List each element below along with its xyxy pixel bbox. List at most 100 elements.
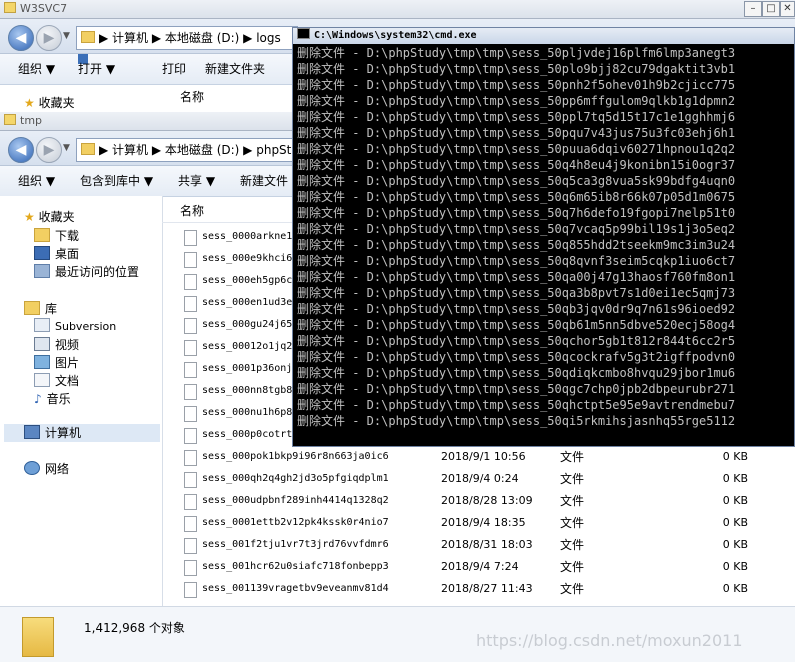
file-row[interactable]: sess_000pok1bkp9i96r8n663ja0ic6 2018/9/1 …	[162, 446, 795, 468]
file-size: 0 KB	[722, 582, 748, 595]
minimize-button[interactable]: –	[744, 1, 762, 17]
print-button[interactable]: 打印	[162, 54, 186, 84]
cmd-window[interactable]: C:\Windows\system32\cmd.exe 删除文件 - D:\ph…	[292, 27, 795, 447]
file-row[interactable]: sess_000udpbnf289inh4414q1328q2 2018/8/28…	[162, 490, 795, 512]
new-folder-button[interactable]: 新建文件	[240, 166, 288, 196]
nav-music[interactable]: ♪ 音乐	[34, 390, 71, 407]
back-address-field[interactable]: ▶ 计算机 ▶ 本地磁盘 (D:) ▶ logs	[76, 26, 298, 50]
file-name: sess_00012o1jq2	[202, 341, 293, 352]
file-icon	[184, 384, 197, 400]
file-type: 文件	[560, 472, 585, 486]
file-name: sess_000eh5gp6c	[202, 275, 293, 286]
item-count: 1,412,968 个对象	[84, 621, 185, 635]
console-icon	[297, 28, 310, 39]
cmd-titlebar[interactable]: C:\Windows\system32\cmd.exe	[293, 28, 794, 44]
cmd-output: 删除文件 - D:\phpStudy\tmp\tmp\sess_50pljvde…	[297, 45, 735, 429]
file-size: 0 KB	[722, 450, 748, 463]
documents-icon	[34, 373, 50, 387]
organize-button[interactable]: 组织 ▼	[18, 54, 55, 84]
new-folder-button[interactable]: 新建文件夹	[205, 54, 265, 84]
front-address-field[interactable]: ▶ 计算机 ▶ 本地磁盘 (D:) ▶ phpSt	[76, 138, 298, 162]
cmd-line: 删除文件 - D:\phpStudy\tmp\tmp\sess_50pnh2f5…	[297, 78, 736, 92]
cmd-line: 删除文件 - D:\phpStudy\tmp\tmp\sess_50ppl7tq…	[297, 110, 736, 124]
music-icon: ♪	[34, 392, 42, 406]
cmd-line: 删除文件 - D:\phpStudy\tmp\tmp\sess_50q8qvnf…	[297, 254, 736, 268]
forward-button[interactable]: ▶	[36, 137, 62, 163]
file-row[interactable]: sess_001139vragetbv9eveanmv81d4 2018/8/27…	[162, 578, 795, 600]
cmd-line: 删除文件 - D:\phpStudy\tmp\tmp\sess_50qcockr…	[297, 350, 736, 364]
file-icon	[184, 230, 197, 246]
status-bar: 1,412,968 个对象 https://blog.csdn.net/moxu…	[0, 606, 795, 662]
file-row[interactable]: sess_0001ettb2v12pk4kssk0r4nio7 2018/9/4 …	[162, 512, 795, 534]
file-name: sess_0000arkne1	[202, 231, 293, 242]
cmd-line: 删除文件 - D:\phpStudy\tmp\tmp\sess_50qhctpt…	[297, 398, 736, 412]
cmd-line: 删除文件 - D:\phpStudy\tmp\tmp\sess_50pqu7v4…	[297, 126, 736, 140]
file-row[interactable]: sess_000qh2q4gh2jd3o5pfgiqdplm1 2018/9/4 …	[162, 468, 795, 490]
include-in-library-button[interactable]: 包含到库中 ▼	[80, 166, 153, 196]
navigation-pane: ★ 收藏夹 下载 桌面 最近访问的位置 库 Subversion 视频 图片 文…	[0, 196, 163, 606]
file-icon	[184, 428, 197, 444]
file-name: sess_000p0cotrt	[202, 429, 293, 440]
large-folder-icon	[22, 617, 54, 657]
nav-downloads[interactable]: 下载	[34, 227, 79, 244]
back-button[interactable]: ◀	[8, 25, 34, 51]
back-window-titlebar[interactable]: W3SVC7 – □ ✕	[0, 0, 795, 19]
nav-computer[interactable]: 计算机	[4, 424, 160, 442]
file-size: 0 KB	[722, 560, 748, 573]
column-header-name[interactable]: 名称	[162, 200, 292, 223]
nav-favorites[interactable]: ★ 收藏夹	[24, 208, 75, 225]
cmd-line: 删除文件 - D:\phpStudy\tmp\tmp\sess_50qb61m5…	[297, 318, 736, 332]
file-size: 0 KB	[722, 494, 748, 507]
file-name: sess_001hcr62u0siafc718fonbepp3	[202, 561, 389, 572]
star-icon: ★	[24, 210, 35, 224]
back-nav-favorites[interactable]: ★ 收藏夹	[24, 94, 75, 111]
pictures-icon	[34, 355, 50, 369]
back-column-header-name[interactable]: 名称	[180, 88, 204, 105]
forward-button[interactable]: ▶	[36, 25, 62, 51]
nav-documents[interactable]: 文档	[34, 372, 79, 389]
file-icon	[184, 318, 197, 334]
nav-subversion[interactable]: Subversion	[34, 318, 116, 333]
file-icon	[184, 538, 197, 554]
file-icon	[184, 362, 197, 378]
history-dropdown-icon[interactable]: ▼	[63, 143, 70, 153]
cmd-line: 删除文件 - D:\phpStudy\tmp\tmp\sess_50q855hd…	[297, 238, 736, 252]
file-name: sess_0001p36onj	[202, 363, 293, 374]
file-date: 2018/9/4 18:35	[441, 516, 526, 529]
file-date: 2018/8/31 18:03	[441, 538, 533, 551]
nav-recent[interactable]: 最近访问的位置	[34, 263, 139, 280]
cmd-line: 删除文件 - D:\phpStudy\tmp\tmp\sess_50q6m65i…	[297, 190, 736, 204]
share-button[interactable]: 共享 ▼	[178, 166, 215, 196]
videos-icon	[34, 337, 50, 351]
file-icon	[184, 472, 197, 488]
nav-pictures[interactable]: 图片	[34, 354, 79, 371]
file-size: 0 KB	[722, 538, 748, 551]
file-date: 2018/8/27 11:43	[441, 582, 533, 595]
close-button[interactable]: ✕	[780, 1, 795, 17]
folder-icon	[81, 143, 95, 155]
organize-button[interactable]: 组织 ▼	[18, 166, 55, 196]
file-name: sess_000pok1bkp9i96r8n663ja0ic6	[202, 451, 389, 462]
nav-desktop[interactable]: 桌面	[34, 245, 79, 262]
file-name: sess_001139vragetbv9eveanmv81d4	[202, 583, 389, 594]
nav-videos[interactable]: 视频	[34, 336, 79, 353]
file-date: 2018/9/4 0:24	[441, 472, 519, 485]
file-name: sess_000qh2q4gh2jd3o5pfgiqdplm1	[202, 473, 389, 484]
cmd-line: 删除文件 - D:\phpStudy\tmp\tmp\sess_50q5ca3g…	[297, 174, 736, 188]
maximize-button[interactable]: □	[762, 1, 780, 17]
file-date: 2018/9/4 7:24	[441, 560, 519, 573]
file-icon	[184, 252, 197, 268]
file-icon	[184, 494, 197, 510]
nav-network[interactable]: 网络	[24, 460, 69, 477]
history-dropdown-icon[interactable]: ▼	[63, 31, 70, 41]
file-row[interactable]: sess_001f2tju1vr7t3jrd76vvfdmr6 2018/8/31…	[162, 534, 795, 556]
cmd-line: 删除文件 - D:\phpStudy\tmp\tmp\sess_50q7vcaq…	[297, 222, 736, 236]
file-size: 0 KB	[722, 516, 748, 529]
file-type: 文件	[560, 582, 585, 596]
back-button[interactable]: ◀	[8, 137, 34, 163]
cmd-line: 删除文件 - D:\phpStudy\tmp\tmp\sess_50plo9bj…	[297, 62, 736, 76]
file-icon	[184, 560, 197, 576]
nav-libraries[interactable]: 库	[24, 300, 57, 317]
file-row[interactable]: sess_001hcr62u0siafc718fonbepp3 2018/9/4 …	[162, 556, 795, 578]
cmd-line: 删除文件 - D:\phpStudy\tmp\tmp\sess_50qchor5…	[297, 334, 736, 348]
